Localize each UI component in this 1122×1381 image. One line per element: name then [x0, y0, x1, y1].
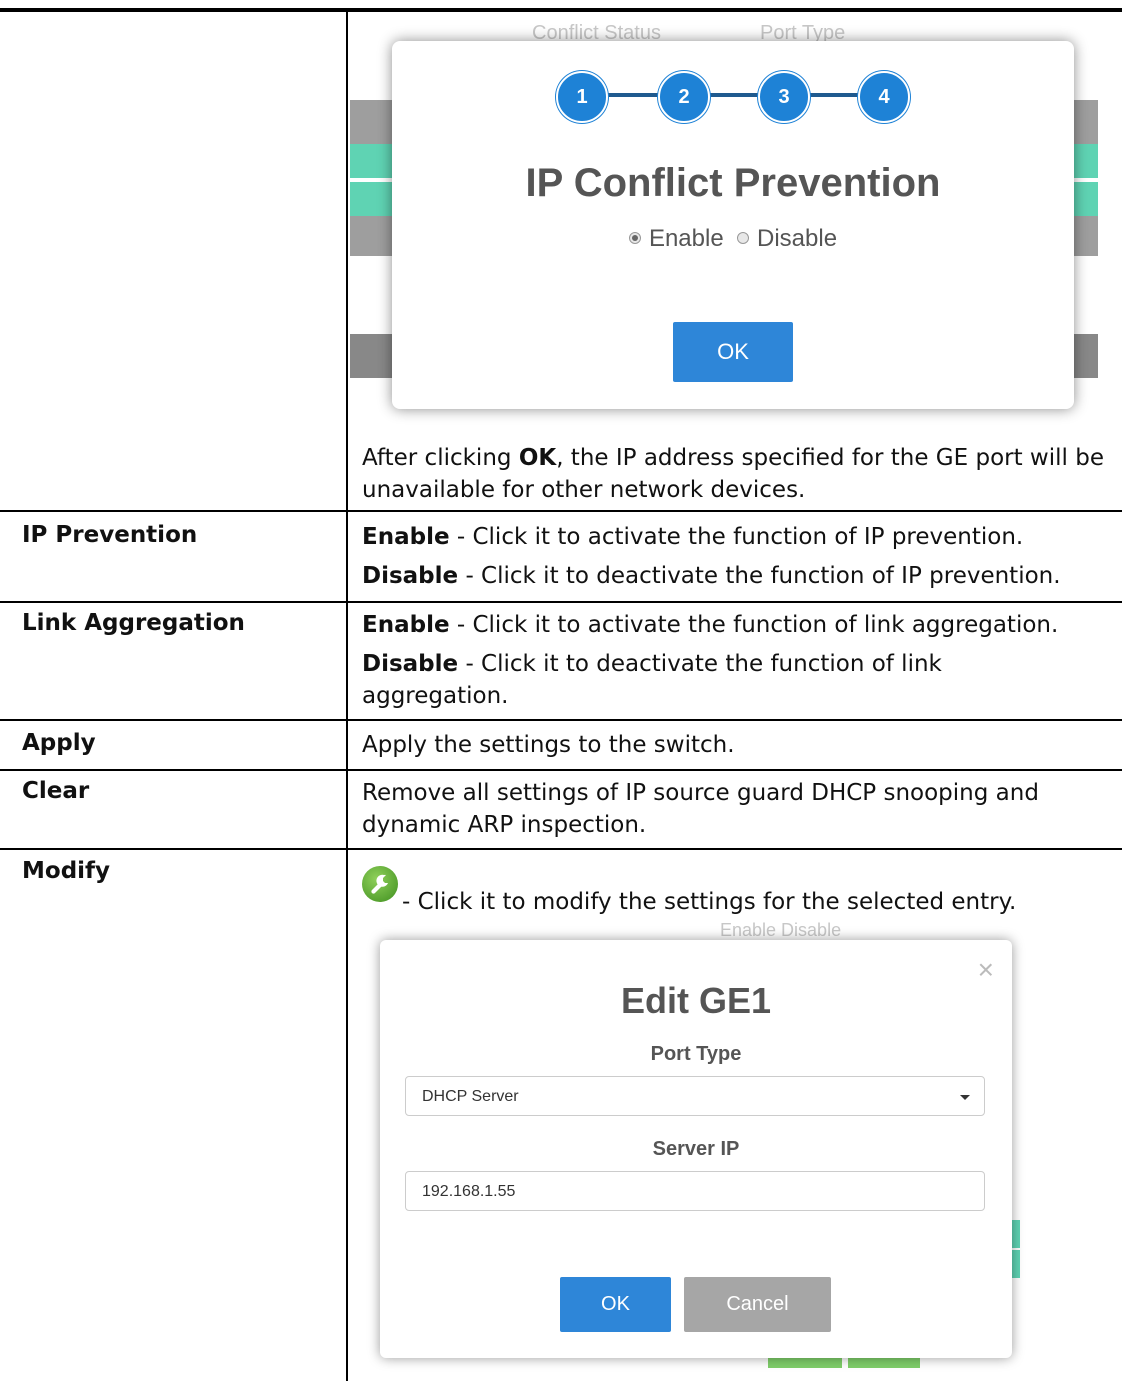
disable-text: - Click it to deactivate the function of…: [458, 563, 1061, 589]
stepper-line: [580, 93, 870, 97]
dialog-title: Edit GE1: [620, 980, 772, 1021]
ok-button[interactable]: OK: [560, 1277, 671, 1332]
server-ip-input[interactable]: 192.168.1.55: [405, 1171, 985, 1211]
apply-desc: Apply the settings to the switch.: [362, 732, 735, 758]
disable-radio-label: Disable: [757, 225, 838, 252]
row-divider: [0, 601, 1122, 603]
ip-prevention-enable-desc: Enable - Click it to activate the functi…: [362, 521, 1112, 553]
enable-term: Enable: [362, 612, 450, 638]
enable-term: Enable: [362, 524, 450, 550]
server-ip-label: Server IP: [652, 1138, 740, 1160]
port-type-value: DHCP Server: [422, 1088, 519, 1105]
after-ok-bold: OK: [518, 445, 557, 471]
enable-text: - Click it to activate the function of l…: [449, 612, 1059, 638]
link-aggregation-label: Link Aggregation: [22, 610, 245, 636]
enable-radio[interactable]: [628, 231, 641, 244]
bg-row-teal: [1012, 1220, 1020, 1248]
clear-label: Clear: [22, 778, 90, 804]
link-aggregation-enable-desc: Enable - Click it to activate the functi…: [362, 609, 1112, 641]
chevron-down-icon: [960, 1095, 970, 1100]
step-3: 3: [758, 71, 810, 123]
disable-term: Disable: [362, 651, 459, 677]
row-divider: [0, 848, 1122, 850]
wrench-icon-glyph: [371, 874, 388, 894]
wrench-icon: [362, 866, 398, 902]
server-ip-value: 192.168.1.55: [422, 1183, 516, 1200]
dialog-title: IP Conflict Prevention: [525, 161, 941, 205]
step-4: 4: [858, 71, 910, 123]
step-2: 2: [658, 71, 710, 123]
table-column-divider: [346, 12, 348, 1381]
row-divider: [0, 510, 1122, 512]
bg-row-teal: [1012, 1250, 1020, 1278]
disable-radio[interactable]: [737, 231, 750, 244]
modify-label: Modify: [22, 858, 111, 884]
step-1: 1: [556, 71, 608, 123]
ip-prevention-disable-desc: Disable - Click it to deactivate the fun…: [362, 560, 1112, 592]
ok-button[interactable]: OK: [673, 322, 793, 382]
disable-term: Disable: [362, 563, 459, 589]
port-type-select[interactable]: DHCP Server: [405, 1076, 985, 1116]
link-aggregation-disable-desc: Disable - Click it to deactivate the fun…: [362, 648, 1002, 712]
after-ok-text-start: After clicking: [362, 445, 519, 471]
ip-prevention-label: IP Prevention: [22, 522, 198, 548]
enable-disable-radio-group: Enable Disable: [392, 225, 1074, 253]
enable-radio-label: Enable: [648, 225, 724, 252]
cancel-button[interactable]: Cancel: [684, 1277, 831, 1332]
row-divider: [0, 719, 1122, 721]
ip-conflict-dialog: 1 2 3 4 IP Conflict Prevention Enable Di…: [392, 41, 1074, 409]
port-type-label: Port Type: [650, 1043, 742, 1065]
apply-label: Apply: [22, 730, 96, 756]
modify-desc: - Click it to modify the settings for th…: [402, 889, 1017, 915]
after-ok-description: After clicking OK, the IP address specif…: [362, 442, 1112, 506]
enable-text: - Click it to activate the function of I…: [449, 524, 1024, 550]
edit-ge1-dialog: × Edit GE1 Port Type DHCP Server Server …: [380, 940, 1012, 1358]
bg-enable-disable-text: Enable Disable: [720, 920, 842, 940]
row-divider: [0, 769, 1122, 771]
clear-desc: Remove all settings of IP source guard D…: [362, 780, 1039, 838]
